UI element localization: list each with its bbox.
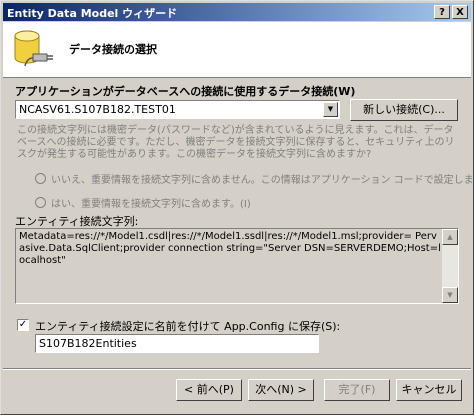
title-bar[interactable]: Entity Data Model ウィザード ? X — [3, 3, 471, 21]
close-button[interactable]: X — [452, 5, 468, 19]
database-connection-icon — [14, 30, 53, 67]
page-title: データ接続の選択 — [69, 43, 157, 56]
radio-exclude-sensitive — [35, 173, 46, 184]
window-title: Entity Data Model ウィザード — [7, 7, 178, 20]
new-connection-button[interactable]: 新しい接続(C)... — [350, 99, 458, 121]
exclude-sensitive-label: いいえ、重要情報を接続文字列に含めません。この情報はアプリケーション コードで設… — [51, 175, 474, 186]
entity-name-input[interactable]: S107B182Entities — [35, 334, 319, 353]
finish-button: 完了(F) — [324, 379, 390, 401]
save-config-label: エンティティ接続設定に名前を付けて App.Config に保存(S): — [35, 320, 341, 333]
include-sensitive-label: はい、重要情報を接続文字列に含めます。(I) — [51, 199, 251, 210]
radio-include-sensitive — [35, 197, 46, 208]
sensitive-data-info: この接続文字列には機密データ(パスワードなど)が含まれているように見えます。これ… — [17, 125, 455, 160]
connection-select[interactable]: NCASV61.S107B182.TEST01 ▼ — [15, 100, 340, 119]
save-config-checkbox[interactable]: ✓ — [17, 319, 29, 331]
scroll-down-icon[interactable]: ▼ — [442, 287, 458, 303]
entity-connection-string[interactable]: Metadata=res://*/Model1.csdl|res://*/Mod… — [15, 228, 459, 304]
chevron-down-icon[interactable]: ▼ — [323, 102, 338, 117]
entity-connection-label: エンティティ接続文字列: — [15, 215, 139, 228]
connection-label: アプリケーションがデータベースへの接続に使用するデータ接続(W) — [15, 85, 356, 98]
wizard-window: Entity Data Model ウィザード ? X データ接続の選択 アプリ… — [0, 0, 474, 415]
back-button[interactable]: < 前へ(P) — [176, 379, 242, 401]
footer-divider — [3, 368, 471, 370]
scroll-up-icon[interactable]: ▲ — [442, 229, 458, 245]
connection-select-value: NCASV61.S107B182.TEST01 — [19, 103, 176, 116]
next-button[interactable]: 次へ(N) > — [248, 379, 314, 401]
entity-connection-value: Metadata=res://*/Model1.csdl|res://*/Mod… — [19, 231, 441, 266]
entity-name-value: S107B182Entities — [39, 337, 137, 350]
wizard-header: データ接続の選択 — [3, 22, 471, 78]
help-button[interactable]: ? — [434, 5, 450, 19]
vertical-scrollbar[interactable]: ▲ ▼ — [442, 229, 458, 303]
cancel-button[interactable]: キャンセル — [396, 379, 462, 401]
